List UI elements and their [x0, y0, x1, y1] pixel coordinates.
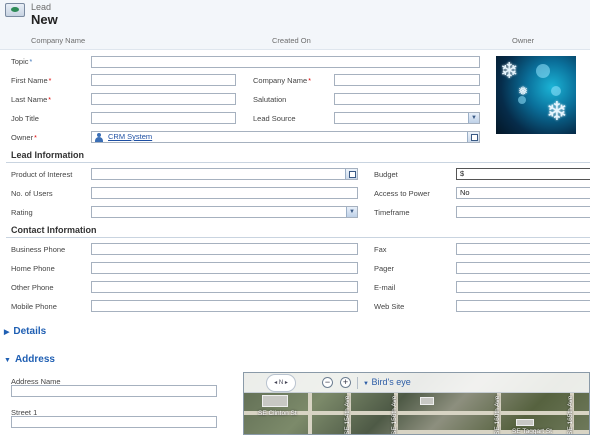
- budget-input[interactable]: $: [456, 168, 590, 180]
- zoom-in-button[interactable]: +: [340, 377, 351, 388]
- no-of-users-label: No. of Users: [11, 189, 53, 198]
- form-header: Lead New Company Name Created On Owner: [0, 0, 590, 50]
- budget-label: Budget: [374, 170, 398, 179]
- email-input[interactable]: [456, 281, 590, 293]
- street-label: SE 154th Ave: [344, 395, 351, 435]
- business-phone-label: Business Phone: [11, 245, 66, 254]
- lookup-icon[interactable]: [345, 169, 357, 179]
- header-company-name: Company Name: [31, 36, 86, 45]
- street-label: SE 165th Ave: [567, 395, 574, 435]
- access-to-power-select[interactable]: No: [456, 187, 590, 199]
- map-toolbar: ◂ N ▸ − + ▼ Bird's eye: [244, 373, 589, 393]
- mobile-phone-label: Mobile Phone: [11, 302, 57, 311]
- street1-input[interactable]: [11, 416, 217, 428]
- rating-select[interactable]: ▼: [91, 206, 358, 218]
- product-of-interest-lookup[interactable]: [91, 168, 358, 180]
- header-owner: Owner: [512, 36, 535, 45]
- salutation-label: Salutation: [253, 95, 287, 104]
- topic-label: Topic*: [11, 57, 33, 66]
- other-phone-label: Other Phone: [11, 283, 54, 292]
- owner-label: Owner*: [11, 133, 37, 142]
- timeframe-label: Timeframe: [374, 208, 410, 217]
- lead-information-title: Lead Information: [11, 150, 85, 160]
- no-of-users-input[interactable]: [91, 187, 358, 199]
- lead-source-label: Lead Source: [253, 114, 296, 123]
- chevron-down-icon: ▼: [363, 381, 369, 387]
- header-created-on: Created On: [272, 36, 311, 45]
- chevron-down-icon[interactable]: ▼: [468, 113, 479, 123]
- topic-input[interactable]: [91, 56, 480, 68]
- snowflake-icon: ❄: [500, 58, 519, 83]
- last-name-input[interactable]: [91, 93, 236, 105]
- user-icon: [95, 133, 104, 142]
- fax-label: Fax: [374, 245, 387, 254]
- zoom-out-button[interactable]: −: [322, 377, 333, 388]
- address-section-toggle[interactable]: ▼ Address: [4, 354, 55, 365]
- record-title: New: [31, 12, 58, 27]
- address-name-input[interactable]: [11, 385, 217, 397]
- email-label: E-mail: [374, 283, 396, 292]
- job-title-label: Job Title: [11, 114, 39, 123]
- birds-eye-button[interactable]: ▼ Bird's eye: [363, 377, 411, 387]
- first-name-input[interactable]: [91, 74, 236, 86]
- street-label: SE Clinton St: [258, 410, 297, 417]
- street-label: SE Taggart St: [512, 428, 552, 435]
- business-phone-input[interactable]: [91, 243, 358, 255]
- chevron-down-icon[interactable]: ▼: [346, 207, 357, 217]
- contact-information-title: Contact Information: [11, 225, 97, 235]
- lead-entity-icon: [5, 3, 25, 17]
- first-name-label: First Name*: [11, 76, 52, 85]
- address-map[interactable]: SE Clinton St SE 154th Ave SE 156th Ave …: [243, 372, 590, 435]
- salutation-input[interactable]: [334, 93, 480, 105]
- chevron-right-icon: ▶: [4, 329, 10, 336]
- pager-input[interactable]: [456, 262, 590, 274]
- map-navigation-control[interactable]: ◂ N ▸: [266, 374, 296, 392]
- product-of-interest-label: Product of Interest: [11, 170, 73, 179]
- company-name-label: Company Name*: [253, 76, 311, 85]
- entity-name: Lead: [31, 2, 52, 12]
- rating-label: Rating: [11, 208, 33, 217]
- last-name-label: Last Name*: [11, 95, 52, 104]
- chevron-down-icon: ▼: [4, 357, 11, 364]
- job-title-input[interactable]: [91, 112, 236, 124]
- home-phone-input[interactable]: [91, 262, 358, 274]
- pager-label: Pager: [374, 264, 395, 273]
- lookup-icon[interactable]: [467, 132, 479, 142]
- company-name-input[interactable]: [334, 74, 480, 86]
- web-site-input[interactable]: [456, 300, 590, 312]
- section-divider: [6, 162, 590, 163]
- mobile-phone-input[interactable]: [91, 300, 358, 312]
- other-phone-input[interactable]: [91, 281, 358, 293]
- lead-source-select[interactable]: ▼: [334, 112, 480, 124]
- street-label: SE 156th Ave: [391, 395, 398, 435]
- home-phone-label: Home Phone: [11, 264, 55, 273]
- snowflake-icon: ❅: [518, 84, 529, 98]
- snowflake-icon: ❄: [546, 96, 568, 126]
- section-divider: [6, 237, 590, 238]
- street-label: SE 160th Ave: [494, 395, 501, 435]
- access-to-power-label: Access to Power: [374, 189, 430, 198]
- details-section-toggle[interactable]: ▶ Details: [4, 326, 46, 337]
- timeframe-select[interactable]: [456, 206, 590, 218]
- lead-photo: ❄ ❄ ❅: [496, 56, 576, 134]
- owner-link[interactable]: CRM System: [108, 132, 152, 142]
- web-site-label: Web Site: [374, 302, 405, 311]
- fax-input[interactable]: [456, 243, 590, 255]
- owner-lookup[interactable]: CRM System: [91, 131, 480, 143]
